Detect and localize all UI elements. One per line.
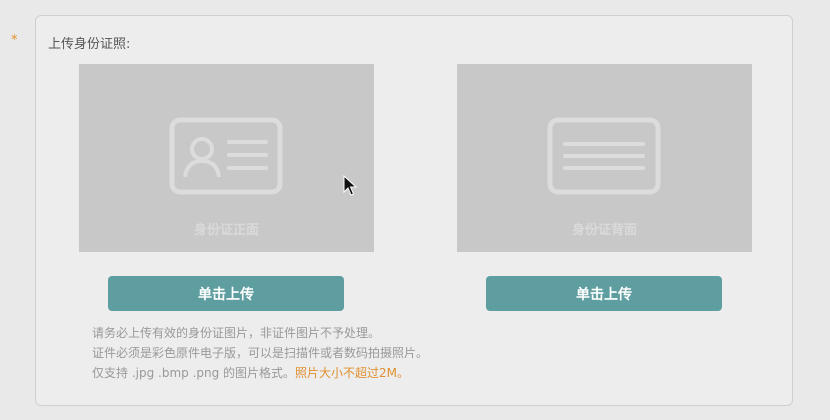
hint-line-3: 仅支持 .jpg .bmp .png 的图片格式。照片大小不超过2M。 [92, 363, 428, 383]
mouse-cursor-icon [343, 175, 357, 196]
id-back-caption: 身份证背面 [571, 223, 637, 238]
id-front-placeholder[interactable]: 身份证正面 [79, 64, 374, 252]
hint-size-warning: 照片大小不超过2M。 [295, 366, 410, 380]
upload-hints: 请务必上传有效的身份证图片，非证件图片不予处理。 证件必须是彩色原件电子版，可以… [92, 323, 428, 383]
id-upload-panel: 上传身份证照: 身份证正面 身份证背面 单击上传 单击上传 请务必上传有效的身份… [35, 15, 793, 406]
upload-back-button[interactable]: 单击上传 [486, 276, 722, 311]
id-card-back-icon [547, 117, 661, 195]
hint-formats: 仅支持 .jpg .bmp .png 的图片格式。 [92, 366, 296, 380]
id-front-caption: 身份证正面 [193, 223, 259, 238]
upload-front-button[interactable]: 单击上传 [108, 276, 344, 311]
field-label: 上传身份证照: [48, 37, 131, 52]
upload-id-page: * 上传身份证照: 身份证正面 身份证背面 单击上传 单击上传 请务必上传有效的… [0, 0, 830, 420]
required-asterisk: * [11, 33, 18, 48]
id-back-placeholder[interactable]: 身份证背面 [457, 64, 752, 252]
id-card-front-icon [169, 117, 283, 195]
hint-line-1: 请务必上传有效的身份证图片，非证件图片不予处理。 [92, 326, 381, 340]
hint-line-2: 证件必须是彩色原件电子版，可以是扫描件或者数码拍摄照片。 [92, 346, 429, 360]
